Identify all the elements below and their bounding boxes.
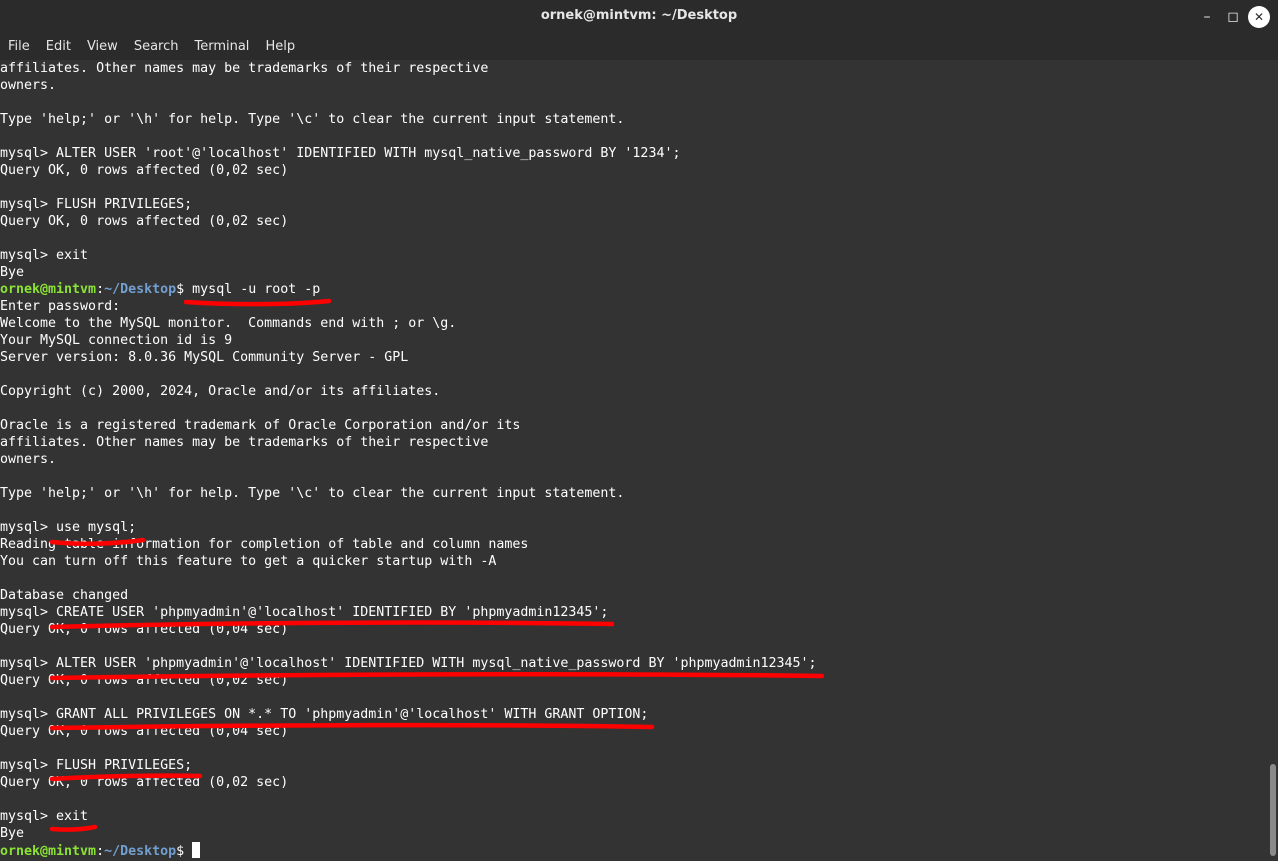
menu-search[interactable]: Search — [126, 34, 187, 60]
menu-help[interactable]: Help — [257, 34, 303, 60]
minimize-icon: – — [1203, 9, 1211, 25]
menu-bar: File Edit View Search Terminal Help — [0, 34, 1278, 60]
terminal-line: owners. — [0, 78, 57, 93]
terminal-output[interactable]: affiliates. Other names may be trademark… — [0, 60, 1268, 861]
terminal-line: mysql> exit — [0, 248, 89, 263]
menu-terminal[interactable]: Terminal — [186, 34, 257, 60]
terminal-line: Query OK, 0 rows affected (0,02 sec) — [0, 775, 289, 790]
prompt-user: ornek@mintvm — [0, 282, 97, 297]
terminal-line: mysql> FLUSH PRIVILEGES; — [0, 758, 193, 773]
menu-edit[interactable]: Edit — [38, 34, 79, 60]
prompt-separator: : — [96, 844, 105, 859]
prompt-path: ~/Desktop — [104, 844, 177, 859]
terminal-line: Copyright (c) 2000, 2024, Oracle and/or … — [0, 384, 441, 399]
terminal-line: Type 'help;' or '\h' for help. Type '\c'… — [0, 112, 625, 127]
shell-prompt-line: ornek@mintvm:~/Desktop$ — [0, 842, 817, 859]
shell-prompt-line: ornek@mintvm:~/Desktop$ mysql -u root -p — [0, 281, 817, 298]
terminal-line: Your MySQL connection id is 9 — [0, 333, 233, 348]
menu-view[interactable]: View — [79, 34, 126, 60]
terminal-line: Reading table information for completion… — [0, 537, 529, 552]
terminal-line: owners. — [0, 452, 57, 467]
terminal-line: Query OK, 0 rows affected (0,04 sec) — [0, 622, 289, 637]
terminal-line: mysql> use mysql; — [0, 520, 137, 535]
prompt-dollar: $ — [176, 844, 193, 859]
terminal-line: mysql> GRANT ALL PRIVILEGES ON *.* TO 'p… — [0, 707, 649, 722]
terminal-line: affiliates. Other names may be trademark… — [0, 61, 489, 76]
terminal-line: Query OK, 0 rows affected (0,04 sec) — [0, 724, 289, 739]
scrollbar-thumb[interactable] — [1270, 764, 1276, 856]
prompt-command: mysql -u root -p — [192, 282, 321, 297]
window-title: ornek@mintvm: ~/Desktop — [540, 8, 738, 23]
terminal-line: Oracle is a registered trademark of Orac… — [0, 418, 521, 433]
terminal-line: Server version: 8.0.36 MySQL Community S… — [0, 350, 409, 365]
prompt-path: ~/Desktop — [104, 282, 177, 297]
terminal-line: Query OK, 0 rows affected (0,02 sec) — [0, 163, 289, 178]
terminal-lines: affiliates. Other names may be trademark… — [0, 60, 817, 859]
terminal-line: Query OK, 0 rows affected (0,02 sec) — [0, 673, 289, 688]
terminal-line: mysql> ALTER USER 'phpmyadmin'@'localhos… — [0, 656, 817, 671]
prompt-user: ornek@mintvm — [0, 844, 97, 859]
maximize-button[interactable]: ◻ — [1222, 6, 1244, 28]
terminal-line: You can turn off this feature to get a q… — [0, 554, 497, 569]
prompt-dollar: $ — [176, 282, 193, 297]
close-button[interactable]: ✕ — [1248, 6, 1270, 28]
terminal-line: Bye — [0, 826, 25, 841]
scrollbar[interactable] — [1268, 60, 1278, 861]
terminal-window: ornek@mintvm: ~/Desktop – ◻ ✕ File Edit … — [0, 0, 1278, 861]
terminal-line: mysql> CREATE USER 'phpmyadmin'@'localho… — [0, 605, 609, 620]
terminal-line: Welcome to the MySQL monitor. Commands e… — [0, 316, 457, 331]
menu-file[interactable]: File — [0, 34, 38, 60]
close-icon: ✕ — [1253, 10, 1265, 24]
minimize-button[interactable]: – — [1196, 6, 1218, 28]
prompt-separator: : — [96, 282, 105, 297]
maximize-icon: ◻ — [1227, 9, 1239, 25]
terminal-line: Query OK, 0 rows affected (0,02 sec) — [0, 214, 289, 229]
title-bar[interactable]: ornek@mintvm: ~/Desktop – ◻ ✕ — [0, 0, 1278, 34]
terminal-line: affiliates. Other names may be trademark… — [0, 435, 489, 450]
terminal-line: mysql> FLUSH PRIVILEGES; — [0, 197, 193, 212]
terminal-line: mysql> exit — [0, 809, 89, 824]
terminal-line: Type 'help;' or '\h' for help. Type '\c'… — [0, 486, 625, 501]
text-cursor — [192, 842, 201, 858]
terminal-line: Bye — [0, 265, 25, 280]
terminal-line: mysql> ALTER USER 'root'@'localhost' IDE… — [0, 146, 681, 161]
terminal-line: Database changed — [0, 588, 129, 603]
terminal-line: Enter password: — [0, 299, 121, 314]
